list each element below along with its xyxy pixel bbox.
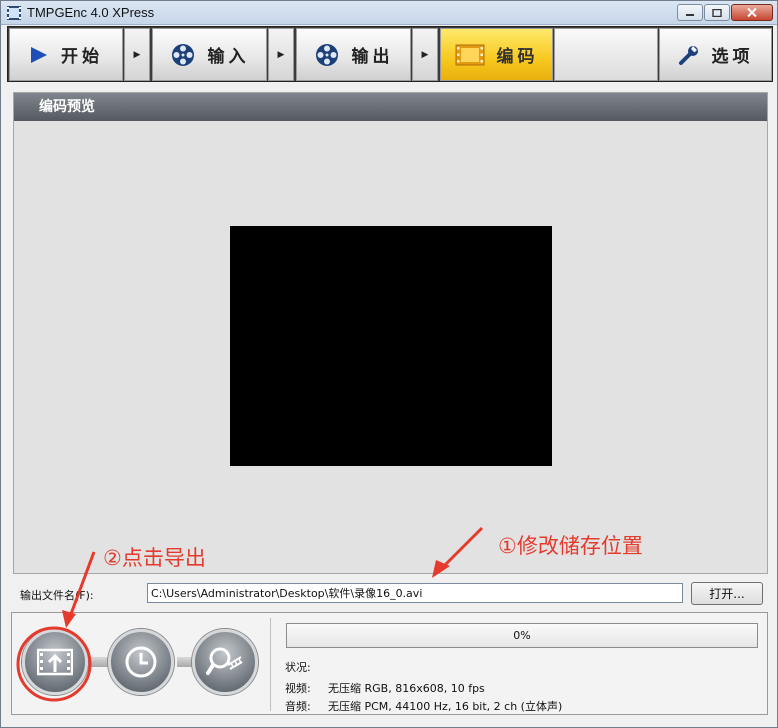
tab-start-label: 开始 [61,47,103,67]
video-label: 视频: [285,682,311,695]
preview-header: 编码预览 [14,93,767,121]
minimize-button[interactable] [677,4,703,21]
tab-encode[interactable]: 编码 [440,28,553,81]
status-label: 状况: [285,661,311,674]
audio-label: 音频: [285,700,311,713]
nav-spacer [554,28,658,81]
annotation-step2: ②点击导出 [103,546,206,570]
progress-percent: 0% [513,629,531,642]
tab-options[interactable]: 选项 [659,28,772,81]
tab-input-label: 输入 [207,47,250,67]
film-export-icon [37,648,73,676]
tab-options-label: 选项 [711,47,754,67]
encode-control-panel: 0% 状况: 视频: 无压缩 RGB, 816x608, 10 fps 音频: … [11,612,768,715]
start-export-button[interactable] [22,629,88,695]
output-filename-label: 输出文件名(F): [20,589,94,602]
nav-arrow-3: ▶ [412,28,438,81]
tab-output[interactable]: 输出 [296,28,411,81]
open-browse-button[interactable]: 打开... [691,582,763,605]
preview-video-area [230,226,552,466]
film-reel-input-icon [171,43,194,66]
film-reel-output-icon [315,43,338,66]
tab-encode-label: 编码 [496,47,539,67]
schedule-button[interactable] [108,629,174,695]
clock-icon [125,646,157,678]
annotation-step1: ①修改储存位置 [498,534,643,558]
tab-input[interactable]: 输入 [152,28,267,81]
preview-search-button[interactable] [192,629,258,695]
tab-output-label: 输出 [351,47,394,67]
title-bar: TMPGEnc 4.0 XPress [1,1,777,25]
app-film-icon [7,6,21,20]
output-filename-input[interactable] [147,583,683,603]
close-button[interactable] [731,4,773,21]
magnifier-film-icon [206,647,243,675]
maximize-icon [712,8,722,17]
nav-arrow-1: ▶ [124,28,150,81]
window-title: TMPGEnc 4.0 XPress [27,5,155,20]
film-strip-icon [455,44,484,65]
video-info: 无压缩 RGB, 816x608, 10 fps [328,682,485,695]
app-window: TMPGEnc 4.0 XPress 开始 ▶ 输入 ▶ 输出 ▶ 编码 选项 … [0,0,778,728]
nav-arrow-2: ▶ [268,28,294,81]
audio-info: 无压缩 PCM, 44100 Hz, 16 bit, 2 ch (立体声) [328,700,563,713]
close-icon [747,8,757,17]
minimize-icon [686,13,694,16]
encode-progress-bar: 0% [286,623,758,648]
panel-divider [270,618,271,711]
tab-start[interactable]: 开始 [9,28,123,81]
play-icon [31,46,47,63]
wrench-icon [678,45,698,65]
wizard-nav-bar: 开始 ▶ 输入 ▶ 输出 ▶ 编码 选项 [7,26,773,82]
encode-preview-panel: 编码预览 [13,92,768,574]
maximize-button[interactable] [704,4,730,21]
